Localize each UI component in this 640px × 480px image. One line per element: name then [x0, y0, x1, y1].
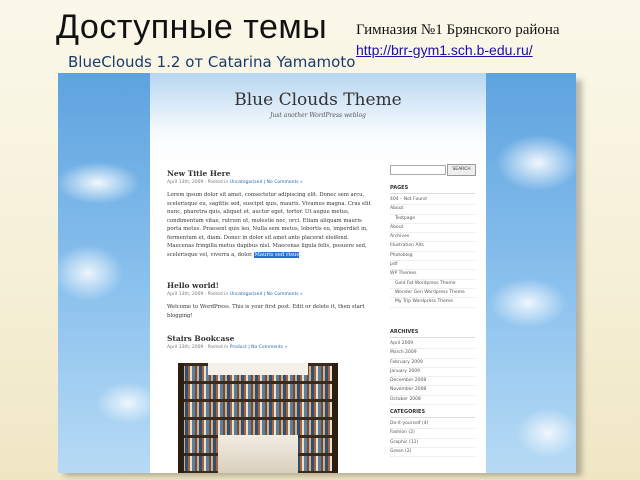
bookcase-floor: [218, 435, 298, 473]
sidebar-page-link[interactable]: Gold Fat Wordpress Theme: [390, 280, 475, 289]
post-body-text: Lorem ipsum dolor sit amet, consectetur …: [167, 192, 371, 258]
sidebar-archive-link[interactable]: December 2008: [390, 377, 475, 387]
slide-subtitle: BlueClouds 1.2 от Catarina Yamamoto: [68, 53, 356, 71]
sidebar-page-link[interactable]: Illustration Alts: [390, 242, 475, 252]
sidebar-archive-link[interactable]: April 2009: [390, 340, 475, 350]
bookcase-ceiling: [208, 363, 308, 375]
sidebar-page-link[interactable]: About: [390, 205, 475, 215]
post-comments-link[interactable]: | No Comments »: [264, 292, 303, 297]
sidebar-page-link[interactable]: WP Themes: [390, 270, 475, 280]
sidebar-page-link[interactable]: Wonder Gen Wordpress Theme: [390, 289, 475, 299]
post-category-link[interactable]: Uncategorized: [230, 292, 263, 297]
slide-title: Доступные темы: [56, 8, 328, 46]
post-category-link[interactable]: Uncategorized: [230, 180, 263, 185]
sidebar-archive-link[interactable]: March 2009: [390, 349, 475, 359]
post-body-tail: .: [299, 251, 301, 258]
post-item: Stairs Bookcase April 13th, 2009 · Poste…: [167, 334, 372, 356]
post-date: April 13th, 2009: [167, 345, 204, 350]
post-body: Welcome to WordPress. This is your first…: [167, 304, 365, 319]
categories-list: Do-it-yourself (4) Fashion (2) Graphic (11…: [390, 420, 475, 458]
post-date: April 13th, 2009: [167, 292, 204, 297]
post-meta: April 13th, 2009 · Posted in Product | N…: [167, 345, 372, 350]
post-category-link[interactable]: Product: [230, 345, 247, 350]
sidebar-page-link[interactable]: About: [390, 224, 475, 234]
sidebar-page-link[interactable]: pdf: [390, 261, 475, 271]
archives-widget-title: ARCHIVES: [390, 329, 475, 338]
post-item: Hello world! April 13th, 2009 · Posted i…: [167, 281, 372, 320]
categories-widget: CATEGORIES Do-it-yourself (4) Fashion (2)…: [390, 409, 475, 458]
archives-widget: ARCHIVES April 2009 March 2009 February 20…: [390, 329, 475, 406]
post-date: April 13th, 2009: [167, 180, 204, 185]
post-posted-in: · Posted in: [204, 345, 229, 350]
sidebar-category-link[interactable]: Fashion (2): [390, 429, 475, 439]
sidebar-page-link[interactable]: 404 – Not Found: [390, 196, 475, 206]
sidebar-archive-link[interactable]: November 2008: [390, 386, 475, 396]
pages-list: 404 – Not Found About Testpage About Archive…: [390, 196, 475, 308]
post-comments-link[interactable]: | No Comments »: [264, 180, 303, 185]
pages-widget-title: PAGES: [390, 185, 475, 194]
pages-widget: PAGES 404 – Not Found About Testpage About A…: [390, 185, 475, 308]
theme-screenshot: Blue Clouds Theme Just another WordPress…: [58, 73, 576, 473]
blog-title[interactable]: Blue Clouds Theme: [150, 90, 486, 110]
highlighted-text: Mauris sed risus: [254, 251, 300, 258]
bookcase-image: [178, 363, 338, 473]
blog-tagline: Just another WordPress weblog: [270, 112, 366, 119]
post-meta: April 13th, 2009 · Posted in Uncategoriz…: [167, 292, 372, 297]
blog-page: Blue Clouds Theme Just another WordPress…: [150, 73, 486, 473]
sidebar-category-link[interactable]: Do-it-yourself (4): [390, 420, 475, 430]
post-item: New Title Here April 13th, 2009 · Posted…: [167, 169, 372, 259]
sidebar-archive-link[interactable]: October 2008: [390, 396, 475, 406]
post-comments-link[interactable]: | No Comments »: [248, 345, 287, 350]
search-input[interactable]: [390, 165, 446, 175]
sidebar-page-link[interactable]: My Trip Wordpress Theme: [390, 298, 475, 308]
sidebar-category-link[interactable]: Graphic (11): [390, 439, 475, 448]
post-posted-in: · Posted in: [204, 180, 229, 185]
post-meta: April 13th, 2009 · Posted in Uncategoriz…: [167, 180, 372, 185]
school-url-link[interactable]: http://brr-gym1.sch.b-edu.ru/: [356, 42, 533, 58]
sidebar-page-link[interactable]: Archives: [390, 233, 475, 243]
post-body: Lorem ipsum dolor sit amet, consectetur …: [167, 191, 372, 259]
archives-list: April 2009 March 2009 February 2009 January…: [390, 340, 475, 406]
post-posted-in: · Posted in: [204, 292, 229, 297]
sidebar-archive-link[interactable]: February 2009: [390, 359, 475, 368]
post-title[interactable]: Hello world!: [167, 281, 372, 290]
sidebar-page-link[interactable]: Testpage: [390, 215, 475, 224]
post-title[interactable]: New Title Here: [167, 169, 372, 178]
school-name: Гимназия №1 Брянского района: [356, 22, 560, 38]
categories-widget-title: CATEGORIES: [390, 409, 475, 418]
sidebar-page-link[interactable]: Photoblog: [390, 252, 475, 262]
post-title[interactable]: Stairs Bookcase: [167, 334, 372, 343]
sidebar-archive-link[interactable]: January 2009: [390, 368, 475, 378]
sidebar-category-link[interactable]: Green (2): [390, 448, 475, 458]
search-button[interactable]: SEARCH: [447, 164, 476, 176]
